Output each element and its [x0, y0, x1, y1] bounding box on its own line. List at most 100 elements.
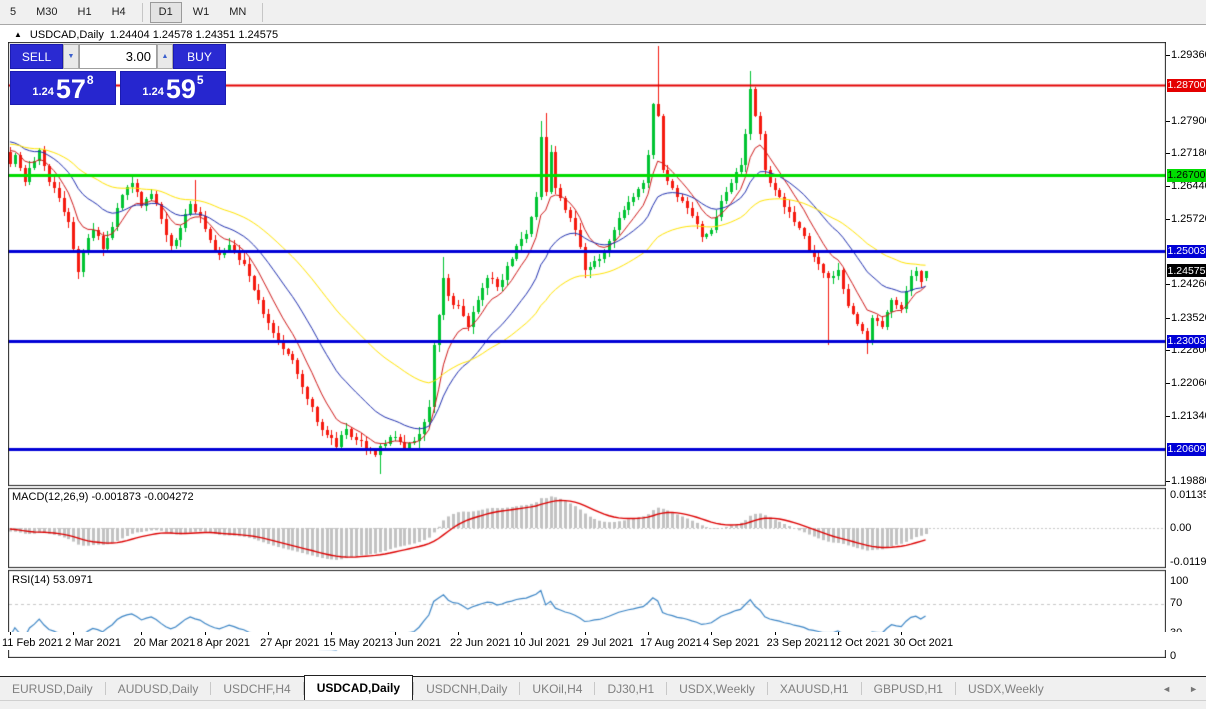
- buy-price-prefix: 1.24: [142, 86, 163, 98]
- chart-tab-UKOil-H4[interactable]: UKOil,H4: [520, 677, 594, 700]
- date-tick-mark: [268, 632, 269, 635]
- chart-tab-AUDUSD-Daily[interactable]: AUDUSD,Daily: [106, 677, 211, 700]
- date-tick-mark: [73, 632, 74, 635]
- rsi-indicator-label: RSI(14) 53.0971: [12, 574, 93, 586]
- date-tick-mark: [331, 632, 332, 635]
- timeframe-button-H1[interactable]: H1: [69, 2, 101, 23]
- tabs-scroll-right-icon[interactable]: ►: [1189, 684, 1198, 694]
- date-tick-mark: [141, 632, 142, 635]
- price-tick-mark: [1166, 350, 1170, 351]
- date-tick-mark: [205, 632, 206, 635]
- price-tick-mark: [1166, 481, 1170, 482]
- toolbar-separator: [262, 3, 263, 22]
- date-tick-label: 30 Oct 2021: [893, 637, 953, 649]
- price-tick-mark: [1166, 284, 1170, 285]
- chart-window[interactable]: ▲ USDCAD,Daily 1.24404 1.24578 1.24351 1…: [0, 26, 1206, 658]
- buy-price-panel[interactable]: 1.24 59 5: [120, 71, 226, 105]
- price-tick-label: 1.25720: [1171, 213, 1206, 225]
- date-tick-mark: [648, 632, 649, 635]
- timeframe-button-M30[interactable]: M30: [27, 2, 66, 23]
- price-tick-label: 1.21340: [1171, 410, 1206, 422]
- date-axis[interactable]: 11 Feb 20212 Mar 202120 Mar 20218 Apr 20…: [0, 632, 1206, 650]
- price-tick-label: 1.26440: [1171, 180, 1206, 192]
- price-tick-mark: [1166, 153, 1170, 154]
- chart-tab-USDCHF-H4[interactable]: USDCHF,H4: [211, 677, 302, 700]
- sell-price-pip: 8: [87, 73, 94, 87]
- price-tick-label: 1.23520: [1171, 312, 1206, 324]
- chart-symbol-label: USDCAD,Daily: [30, 29, 104, 41]
- date-tick-label: 3 Jun 2021: [387, 637, 441, 649]
- chart-tab-EURUSD-Daily[interactable]: EURUSD,Daily: [0, 677, 105, 700]
- chart-tab-XAUUSD-H1[interactable]: XAUUSD,H1: [768, 677, 861, 700]
- chart-tab-USDCNH-Daily[interactable]: USDCNH,Daily: [414, 677, 519, 700]
- price-tick-label: 1.19880: [1171, 475, 1206, 487]
- price-tick-label: 1.27900: [1171, 115, 1206, 127]
- status-strip: [0, 700, 1206, 709]
- level-price-label: 1.20609: [1167, 443, 1206, 456]
- rsi-axis-label: 70: [1170, 597, 1182, 609]
- price-tick-mark: [1166, 186, 1170, 187]
- price-tick-label: 1.27180: [1171, 147, 1206, 159]
- chart-tab-USDX-Weekly[interactable]: USDX,Weekly: [956, 677, 1056, 700]
- timeframe-button-H4[interactable]: H4: [103, 2, 135, 23]
- chart-tab-bar: EURUSD,DailyAUDUSD,DailyUSDCHF,H4USDCAD,…: [0, 676, 1206, 700]
- price-tick-label: 1.22060: [1171, 377, 1206, 389]
- level-price-label: 1.26700: [1167, 169, 1206, 182]
- date-tick-label: 22 Jun 2021: [450, 637, 511, 649]
- date-tick-label: 23 Sep 2021: [767, 637, 829, 649]
- price-tick-label: 1.29360: [1171, 49, 1206, 61]
- price-chart-canvas[interactable]: [8, 42, 1166, 658]
- date-tick-label: 12 Oct 2021: [830, 637, 890, 649]
- macd-axis-label: -0.01190: [1170, 556, 1206, 568]
- price-tick-mark: [1166, 383, 1170, 384]
- price-tick-label: 1.24260: [1171, 278, 1206, 290]
- price-tick-mark: [1166, 55, 1170, 56]
- level-price-label: 1.28700: [1167, 79, 1206, 92]
- buy-price-main: 59: [166, 76, 196, 102]
- timeframe-button-W1[interactable]: W1: [184, 2, 219, 23]
- chart-ohlc-values: 1.24404 1.24578 1.24351 1.24575: [110, 29, 278, 41]
- chart-tab-USDX-Weekly[interactable]: USDX,Weekly: [667, 677, 767, 700]
- rsi-axis-label: 0: [1170, 650, 1176, 662]
- level-price-label: 1.25003: [1167, 245, 1206, 258]
- sell-price-main: 57: [56, 76, 86, 102]
- date-tick-label: 17 Aug 2021: [640, 637, 702, 649]
- rsi-axis-label: 100: [1170, 575, 1188, 587]
- sell-button[interactable]: SELL: [10, 44, 63, 69]
- chart-tab-DJ30-H1[interactable]: DJ30,H1: [595, 677, 666, 700]
- tabs-scroll-left-icon[interactable]: ◄: [1162, 684, 1171, 694]
- date-tick-label: 27 Apr 2021: [260, 637, 319, 649]
- mt4-window: 5M30H1H4 D1W1MN ▲ USDCAD,Daily 1.24404 1.…: [0, 0, 1206, 709]
- date-tick-label: 10 Jul 2021: [513, 637, 570, 649]
- date-tick-label: 11 Feb 2021: [2, 637, 63, 649]
- date-tick-label: 20 Mar 2021: [133, 637, 195, 649]
- price-tick-mark: [1166, 416, 1170, 417]
- timeframe-toolbar: 5M30H1H4 D1W1MN: [0, 0, 1206, 25]
- date-tick-mark: [901, 632, 902, 635]
- sell-price-panel[interactable]: 1.24 57 8: [10, 71, 116, 105]
- level-price-label: 1.23003: [1167, 335, 1206, 348]
- timeframe-button-D1[interactable]: D1: [150, 2, 182, 23]
- volume-increase-button[interactable]: ▲: [157, 44, 173, 69]
- chart-tab-USDCAD-Daily[interactable]: USDCAD,Daily: [304, 675, 413, 700]
- sell-price-prefix: 1.24: [32, 86, 53, 98]
- volume-input[interactable]: [79, 44, 157, 69]
- collapse-panel-icon[interactable]: ▲: [14, 30, 22, 39]
- date-tick-mark: [585, 632, 586, 635]
- macd-indicator-label: MACD(12,26,9) -0.001873 -0.004272: [12, 491, 194, 503]
- chart-tab-GBPUSD-H1[interactable]: GBPUSD,H1: [862, 677, 955, 700]
- timeframe-button-5[interactable]: 5: [1, 2, 25, 23]
- volume-decrease-button[interactable]: ▼: [63, 44, 79, 69]
- price-tick-mark: [1166, 219, 1170, 220]
- date-tick-mark: [711, 632, 712, 635]
- timeframe-button-MN[interactable]: MN: [220, 2, 255, 23]
- buy-button[interactable]: BUY: [173, 44, 226, 69]
- toolbar-separator: [142, 3, 143, 22]
- date-tick-mark: [838, 632, 839, 635]
- macd-axis-label: 0.00: [1170, 522, 1191, 534]
- date-tick-mark: [10, 632, 11, 635]
- date-tick-mark: [521, 632, 522, 635]
- macd-axis-label: 0.01135: [1170, 489, 1206, 501]
- date-tick-mark: [775, 632, 776, 635]
- date-tick-label: 15 May 2021: [323, 637, 387, 649]
